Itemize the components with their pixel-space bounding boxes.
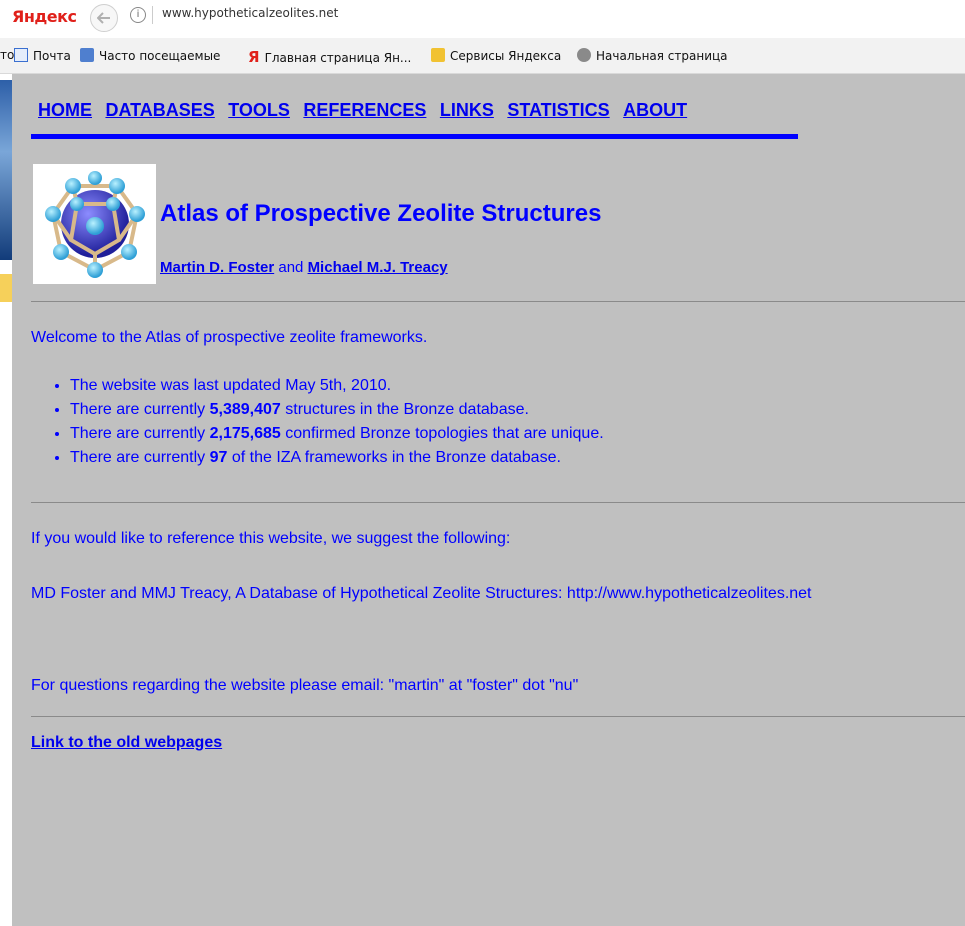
bookmark-frequent[interactable]: Часто посещаемые [80,48,220,63]
back-button[interactable] [90,4,118,32]
list-item-text: There are currently [70,401,210,418]
browser-address-bar: Яндекс i www.hypotheticalzeolites.net [0,0,965,38]
authors-line: Martin D. Foster and Michael M.J. Treacy [160,259,448,276]
list-item-text: confirmed Bronze topologies that are uni… [280,425,604,442]
bookmark-yandex-services[interactable]: Сервисы Яндекса [431,48,561,63]
list-item-text: of the IZA frameworks in the Bronze data… [227,449,561,466]
bookmark-label: Часто посещаемые [99,49,221,63]
author-link-treacy[interactable]: Michael M.J. Treacy [308,259,448,276]
nav-home[interactable]: HOME [38,100,92,120]
frequent-icon [80,48,94,62]
list-item: The website was last updated May 5th, 20… [70,374,604,398]
old-webpages-link[interactable]: Link to the old webpages [31,734,222,752]
authors-conjunction: and [278,259,304,276]
nav-divider [31,134,798,139]
nav-statistics[interactable]: STATISTICS [507,100,609,120]
bookmark-label: Сервисы Яндекса [450,49,562,63]
bookmark-cut-label: то [0,48,15,62]
list-item: There are currently 2,175,685 confirmed … [70,422,604,446]
background-window-sliver [0,74,12,926]
bookmarks-bar: то Почта Часто посещаемые Я Главная стран… [0,38,965,74]
mail-icon [14,48,28,62]
reference-citation: MD Foster and MMJ Treacy, A Database of … [31,585,812,602]
page-title: Atlas of Prospective Zeolite Structures [160,200,602,227]
url-field[interactable]: www.hypotheticalzeolites.net [162,6,338,20]
author-link-foster[interactable]: Martin D. Foster [160,259,274,276]
iza-count: 97 [209,449,228,466]
welcome-text: Welcome to the Atlas of prospective zeol… [31,329,428,346]
list-item: There are currently 5,389,407 structures… [70,398,604,422]
bookmark-mail[interactable]: Почта [14,48,71,63]
main-nav: HOME DATABASES TOOLS REFERENCES LINKS ST… [38,100,696,121]
nav-databases[interactable]: DATABASES [105,100,214,120]
divider [31,301,965,302]
contact-text: For questions regarding the website plea… [31,677,579,694]
page-content: HOME DATABASES TOOLS REFERENCES LINKS ST… [12,74,965,926]
nav-references[interactable]: REFERENCES [303,100,426,120]
zeolite-logo [33,164,156,284]
yandex-brand[interactable]: Яндекс [12,7,77,26]
yandex-icon: Я [248,48,260,66]
back-arrow-icon [97,12,110,24]
url-separator [152,6,153,24]
topology-count: 2,175,685 [209,425,281,442]
list-item-text: The website was last updated May 5th, 20… [70,377,392,394]
nav-about[interactable]: ABOUT [623,100,687,120]
sliver-image [0,80,12,260]
structure-count: 5,389,407 [209,401,281,418]
divider [31,502,965,503]
nav-links[interactable]: LINKS [440,100,494,120]
bookmark-start-page[interactable]: Начальная страница [577,48,728,63]
bookmark-label: Главная страница Ян... [264,51,412,65]
sliver-banner [0,274,12,302]
globe-icon [577,48,591,62]
bookmark-label: Почта [33,49,71,63]
bookmark-yandex-home[interactable]: Я Главная страница Ян... [248,48,411,66]
bookmark-label: Начальная страница [596,49,728,63]
nav-tools[interactable]: TOOLS [228,100,290,120]
info-icon[interactable]: i [130,7,146,23]
reference-intro: If you would like to reference this webs… [31,530,511,547]
divider [31,716,965,717]
list-item-text: There are currently [70,449,210,466]
list-item: There are currently 97 of the IZA framew… [70,446,604,470]
folder-icon [431,48,445,62]
list-item-text: There are currently [70,425,210,442]
stats-list: The website was last updated May 5th, 20… [50,374,604,470]
list-item-text: structures in the Bronze database. [280,401,529,418]
